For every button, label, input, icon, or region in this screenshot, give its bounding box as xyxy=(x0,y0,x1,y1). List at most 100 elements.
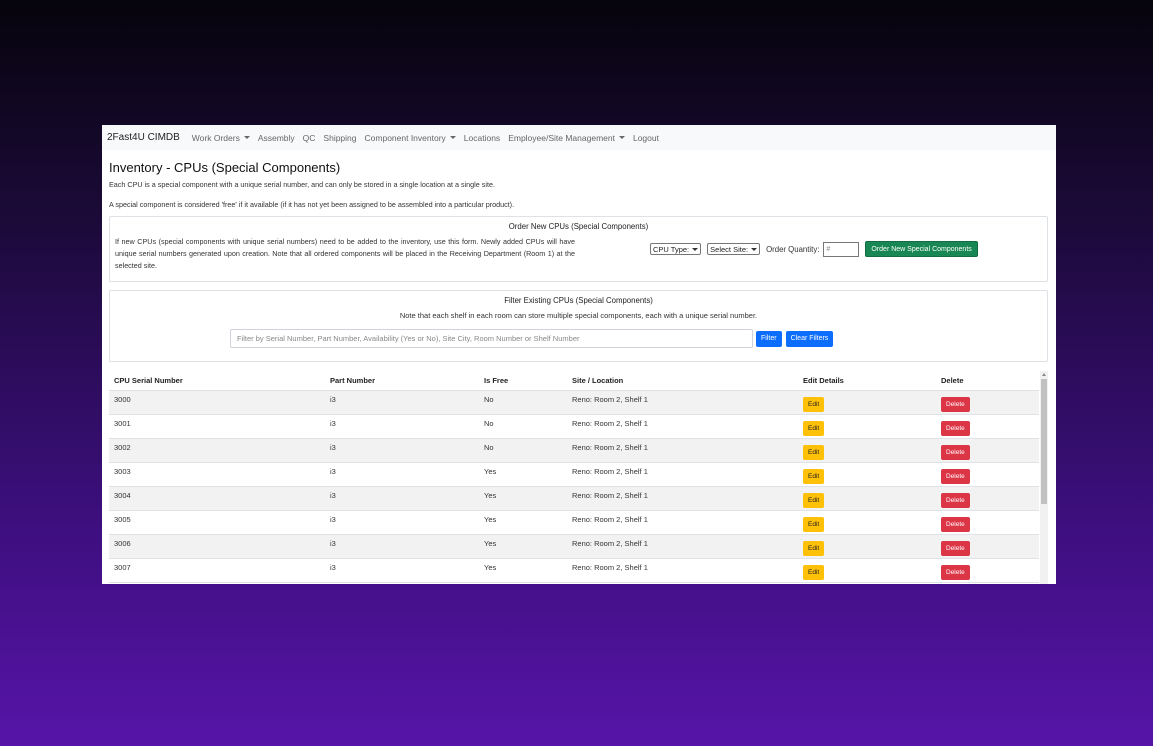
serial-cell: 3004 xyxy=(114,490,131,500)
header-part: Part Number xyxy=(325,371,479,391)
nav-label: QC xyxy=(302,132,316,143)
table-scrollbar[interactable] xyxy=(1040,371,1048,584)
free-cell: No xyxy=(484,394,494,404)
cpu-table: CPU Serial Number Part Number Is Free Si… xyxy=(109,371,1039,583)
nav-label: Work Orders xyxy=(191,132,240,143)
chevron-down-icon xyxy=(751,247,758,251)
part-cell: i3 xyxy=(330,394,336,404)
delete-button[interactable]: Delete xyxy=(941,396,970,412)
nav-employee-site-management[interactable]: Employee/Site Management xyxy=(508,133,625,143)
table-row: 3006 i3 Yes Reno: Room 2, Shelf 1 Edit D… xyxy=(109,534,1039,559)
edit-button[interactable]: Edit xyxy=(803,444,825,460)
order-submit-button[interactable]: Order New Special Components xyxy=(865,241,978,257)
nav-assembly[interactable]: Assembly xyxy=(258,133,295,143)
free-cell: Yes xyxy=(484,490,497,500)
location-cell: Reno: Room 2, Shelf 1 xyxy=(572,442,648,452)
scroll-up-arrow-icon[interactable] xyxy=(1042,373,1046,376)
edit-button[interactable]: Edit xyxy=(803,396,825,412)
header-free: Is Free xyxy=(479,371,567,391)
location-cell: Reno: Room 2, Shelf 1 xyxy=(572,514,648,524)
nav-work-orders[interactable]: Work Orders xyxy=(192,133,250,143)
header-location: Site / Location xyxy=(567,371,798,391)
part-cell: i3 xyxy=(330,514,336,524)
part-cell: i3 xyxy=(330,442,336,452)
location-cell: Reno: Room 2, Shelf 1 xyxy=(572,562,648,572)
main-content: Inventory - CPUs (Special Components) Ea… xyxy=(102,160,1056,584)
filter-row: Filter by Serial Number, Part Number, Av… xyxy=(230,329,837,348)
part-cell: i3 xyxy=(330,538,336,548)
nav-locations[interactable]: Locations xyxy=(464,133,500,143)
nav-label: Logout xyxy=(632,132,659,143)
order-card-title: Order New CPUs (Special Components) xyxy=(508,222,649,231)
free-cell: Yes xyxy=(484,538,497,548)
nav-label: Shipping xyxy=(323,132,357,143)
part-cell: i3 xyxy=(330,490,336,500)
location-cell: Reno: Room 2, Shelf 1 xyxy=(572,490,648,500)
table-row: 3001 i3 No Reno: Room 2, Shelf 1 Edit De… xyxy=(109,414,1039,439)
quantity-input[interactable]: # xyxy=(823,241,860,257)
edit-button[interactable]: Edit xyxy=(803,564,825,580)
chevron-down-icon xyxy=(618,136,625,139)
edit-button[interactable]: Edit xyxy=(803,492,825,508)
filter-input[interactable]: Filter by Serial Number, Part Number, Av… xyxy=(230,329,753,348)
nav-label: Employee/Site Management xyxy=(508,132,615,143)
quantity-label: Order Quantity: xyxy=(766,244,820,254)
free-cell: No xyxy=(484,442,494,452)
nav-label: Assembly xyxy=(257,132,295,143)
serial-cell: 3002 xyxy=(114,442,131,452)
table-row: 3002 i3 No Reno: Room 2, Shelf 1 Edit De… xyxy=(109,438,1039,463)
nav-shipping[interactable]: Shipping xyxy=(323,133,356,143)
filter-card: Filter Existing CPUs (Special Components… xyxy=(109,290,1048,362)
cpu-type-select-value: CPU Type: xyxy=(653,244,690,254)
navbar: 2Fast4U CIMDB Work Orders Assembly QC Sh… xyxy=(102,125,1056,150)
serial-cell: 3006 xyxy=(114,538,131,548)
brand-link[interactable]: 2Fast4U CIMDB xyxy=(107,132,180,143)
filter-button[interactable]: Filter xyxy=(756,330,782,347)
order-description: If new CPUs (special components with uni… xyxy=(115,237,575,270)
free-definition-text: A special component is considered 'free'… xyxy=(109,200,515,209)
filter-note: Note that each shelf in each room can st… xyxy=(399,311,758,320)
page-title: Inventory - CPUs (Special Components) xyxy=(109,160,341,175)
delete-button[interactable]: Delete xyxy=(941,468,970,484)
table-row: 3005 i3 Yes Reno: Room 2, Shelf 1 Edit D… xyxy=(109,510,1039,535)
delete-button[interactable]: Delete xyxy=(941,564,970,580)
edit-button[interactable]: Edit xyxy=(803,540,825,556)
serial-cell: 3000 xyxy=(114,394,131,404)
free-cell: No xyxy=(484,418,494,428)
edit-button[interactable]: Edit xyxy=(803,420,825,436)
serial-cell: 3001 xyxy=(114,418,131,428)
free-cell: Yes xyxy=(484,466,497,476)
table-row: 3004 i3 Yes Reno: Room 2, Shelf 1 Edit D… xyxy=(109,486,1039,511)
serial-cell: 3005 xyxy=(114,514,131,524)
order-controls: CPU Type: Select Site: Order Quantity: #… xyxy=(650,241,978,257)
location-cell: Reno: Room 2, Shelf 1 xyxy=(572,538,648,548)
site-select[interactable]: Select Site: xyxy=(707,243,761,255)
delete-button[interactable]: Delete xyxy=(941,516,970,532)
chevron-down-icon xyxy=(692,247,699,251)
free-cell: Yes xyxy=(484,562,497,572)
edit-button[interactable]: Edit xyxy=(803,468,825,484)
nav-logout[interactable]: Logout xyxy=(633,133,659,143)
table-header-row: CPU Serial Number Part Number Is Free Si… xyxy=(109,371,1039,391)
cpu-type-select[interactable]: CPU Type: xyxy=(650,243,702,255)
nav-qc[interactable]: QC xyxy=(303,133,316,143)
delete-button[interactable]: Delete xyxy=(941,444,970,460)
chevron-down-icon xyxy=(449,136,456,139)
table-container: CPU Serial Number Part Number Is Free Si… xyxy=(109,371,1048,584)
header-edit: Edit Details xyxy=(798,371,936,391)
site-select-value: Select Site: xyxy=(710,244,749,254)
delete-button[interactable]: Delete xyxy=(941,420,970,436)
edit-button[interactable]: Edit xyxy=(803,516,825,532)
header-serial: CPU Serial Number xyxy=(109,371,325,391)
scrollbar-thumb[interactable] xyxy=(1041,379,1047,504)
chevron-down-icon xyxy=(243,136,250,139)
location-cell: Reno: Room 2, Shelf 1 xyxy=(572,466,648,476)
delete-button[interactable]: Delete xyxy=(941,540,970,556)
part-cell: i3 xyxy=(330,466,336,476)
nav-label: Locations xyxy=(463,132,501,143)
app-window: 2Fast4U CIMDB Work Orders Assembly QC Sh… xyxy=(102,125,1056,584)
clear-filters-button[interactable]: Clear Filters xyxy=(785,330,834,347)
nav-component-inventory[interactable]: Component Inventory xyxy=(365,133,456,143)
serial-cell: 3003 xyxy=(114,466,131,476)
delete-button[interactable]: Delete xyxy=(941,492,970,508)
